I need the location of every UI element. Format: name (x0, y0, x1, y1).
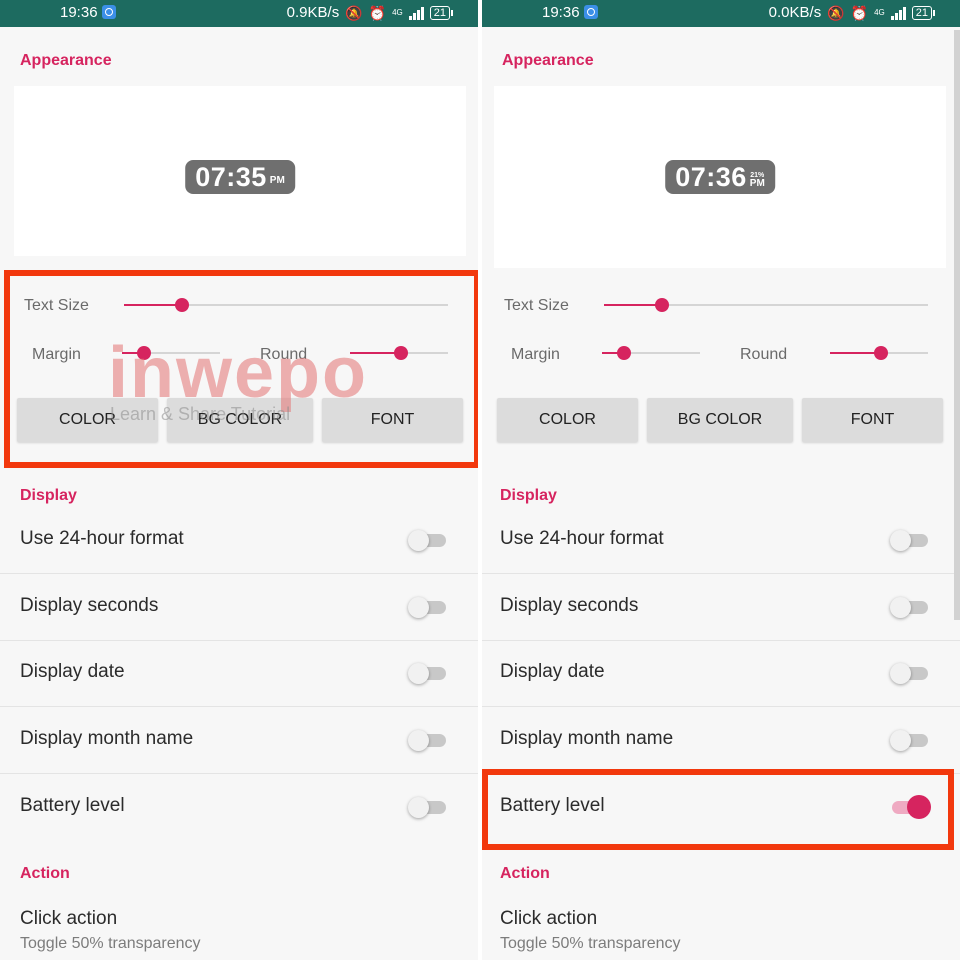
clock-app-icon (101, 5, 116, 19)
toggle-seconds[interactable] (408, 597, 446, 618)
setting-label: Battery level (20, 795, 125, 816)
network-type: 4G (874, 7, 885, 17)
setting-label: Use 24-hour format (20, 528, 184, 549)
setting-seconds[interactable]: Display seconds (482, 575, 960, 641)
clock-time: 07:35 (195, 161, 267, 192)
status-time-group: 19:36 (60, 4, 116, 21)
bg-color-button[interactable]: BG COLOR (647, 398, 793, 442)
toggle-date[interactable] (408, 663, 446, 684)
battery-icon: 21 (429, 5, 454, 20)
status-time: 19:36 (542, 4, 580, 21)
setting-label: Display seconds (20, 595, 159, 616)
setting-24-hour[interactable]: Use 24-hour format (482, 508, 960, 574)
setting-label: Display date (20, 661, 125, 682)
setting-24-hour[interactable]: Use 24-hour format (0, 508, 478, 574)
signal-icon (890, 6, 906, 20)
clock-widget: 07:35 PM (185, 160, 295, 194)
margin-slider[interactable] (602, 345, 700, 361)
battery-icon: 21 (911, 5, 936, 20)
screenshot-before: 19:36 0.9KB/s 🔕 ⏰ 4G 21 Appearance 07:35… (0, 0, 478, 960)
clock-ampm: PM (269, 174, 285, 186)
setting-label: Use 24-hour format (500, 528, 664, 549)
toggle-month-name[interactable] (408, 730, 446, 751)
text-size-label: Text Size (504, 297, 569, 314)
slider-thumb[interactable] (616, 346, 631, 360)
setting-label: Display date (500, 661, 605, 682)
display-heading: Display (20, 487, 77, 504)
clock-time: 07:36 (675, 161, 747, 192)
scrollbar[interactable] (954, 30, 960, 620)
setting-label: Display month name (500, 728, 674, 749)
status-bar: 19:36 0.9KB/s 🔕 ⏰ 4G 21 (0, 0, 478, 27)
clock-app-icon (583, 5, 598, 19)
slider-thumb[interactable] (873, 346, 888, 360)
toggle-seconds[interactable] (890, 597, 928, 618)
click-action-label[interactable]: Click action (500, 908, 597, 930)
appearance-heading: Appearance (20, 52, 112, 69)
setting-battery-level[interactable]: Battery level (0, 775, 478, 841)
toggle-24-hour[interactable] (890, 530, 928, 551)
clock-ampm-group: PM (269, 174, 285, 186)
status-icons: 0.9KB/s 🔕 ⏰ 4G 21 (286, 4, 454, 21)
action-heading: Action (20, 865, 70, 882)
setting-month-name[interactable]: Display month name (0, 708, 478, 774)
setting-label: Display month name (20, 728, 194, 749)
clock-ampm-group: 21% PM (749, 172, 765, 189)
network-type: 4G (392, 7, 403, 17)
clock-preview: 07:35 PM (14, 86, 466, 256)
display-heading: Display (500, 487, 557, 504)
network-speed: 0.9KB/s (286, 4, 340, 21)
clock-preview: 07:36 21% PM (494, 86, 946, 268)
round-label: Round (740, 346, 788, 363)
setting-seconds[interactable]: Display seconds (0, 575, 478, 641)
toggle-24-hour[interactable] (408, 530, 446, 551)
network-speed: 0.0KB/s (768, 4, 822, 21)
setting-date[interactable]: Display date (482, 641, 960, 707)
round-slider[interactable] (830, 345, 928, 361)
click-action-value: Toggle 50% transparency (500, 935, 681, 952)
toggle-date[interactable] (890, 663, 928, 684)
highlight-box-battery (482, 769, 954, 850)
click-action-label[interactable]: Click action (20, 908, 117, 930)
margin-label: Margin (511, 346, 560, 363)
status-icons: 0.0KB/s 🔕 ⏰ 4G 21 (768, 4, 936, 21)
alarm-icon: ⏰ (850, 4, 869, 21)
setting-label: Display seconds (500, 595, 639, 616)
screenshot-after: 19:36 0.0KB/s 🔕 ⏰ 4G 21 Appearance 07:36… (482, 0, 960, 960)
text-size-slider[interactable] (604, 297, 928, 313)
status-time-group: 19:36 (542, 4, 598, 21)
slider-thumb[interactable] (655, 298, 670, 312)
clock-ampm: PM (749, 178, 765, 189)
clock-widget: 07:36 21% PM (665, 160, 775, 194)
font-button[interactable]: FONT (802, 398, 943, 442)
mute-icon: 🔕 (827, 4, 845, 21)
toggle-battery-level[interactable] (408, 797, 446, 818)
status-time: 19:36 (60, 4, 98, 21)
signal-icon (408, 6, 424, 20)
click-action-value: Toggle 50% transparency (20, 935, 201, 952)
color-button[interactable]: COLOR (497, 398, 638, 442)
setting-date[interactable]: Display date (0, 641, 478, 707)
status-bar: 19:36 0.0KB/s 🔕 ⏰ 4G 21 (482, 0, 960, 27)
alarm-icon: ⏰ (368, 4, 387, 21)
highlight-box-appearance (4, 270, 478, 468)
appearance-heading: Appearance (502, 52, 594, 69)
action-heading: Action (500, 865, 550, 882)
mute-icon: 🔕 (345, 4, 363, 21)
toggle-month-name[interactable] (890, 730, 928, 751)
setting-month-name[interactable]: Display month name (482, 708, 960, 774)
